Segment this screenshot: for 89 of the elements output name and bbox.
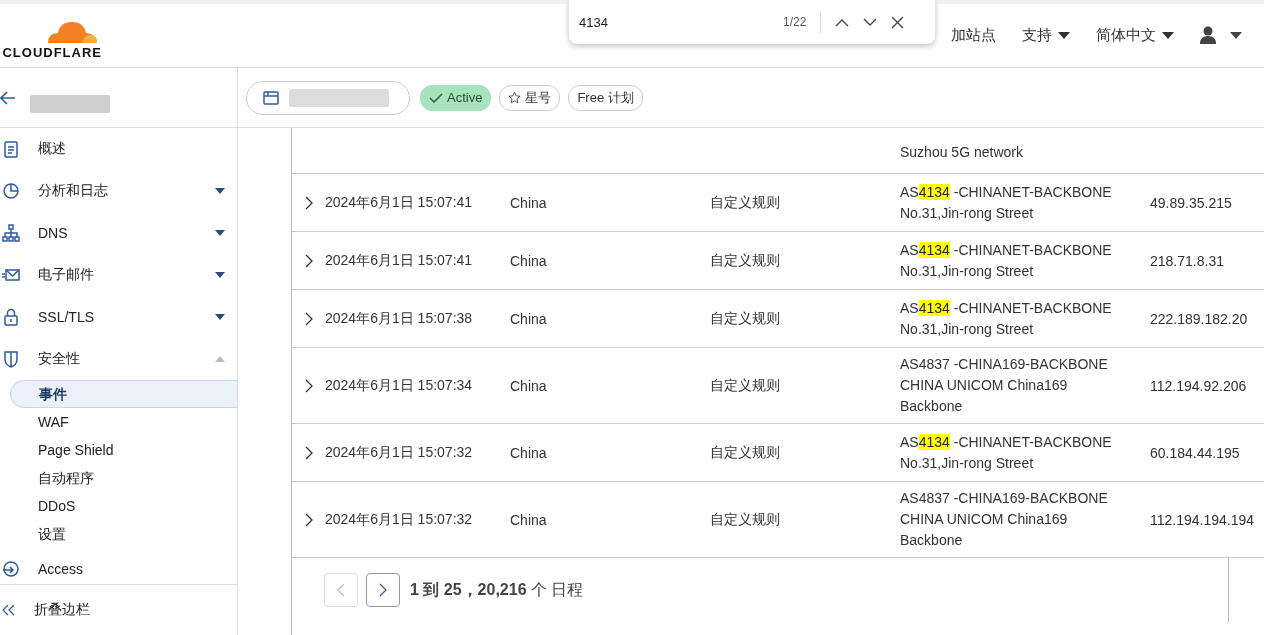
- date-cell: 2024年6月1日 15:07:38: [325, 309, 473, 326]
- asn-text: AS4134 -CHINANET-BACKBONE: [900, 298, 1113, 318]
- country-cell: China: [510, 310, 547, 327]
- date-cell: 2024年6月1日 15:07:41: [325, 251, 473, 268]
- expand-row-icon[interactable]: [304, 512, 313, 527]
- sidebar-item[interactable]: Access: [0, 548, 237, 584]
- asn-text: AS4134 -CHINANET-BACKBONE: [900, 182, 1113, 202]
- action-cell: 自定义规则: [710, 376, 780, 393]
- sidebar-subitem[interactable]: DDoS: [10, 492, 237, 520]
- asn-text: Backbone: [900, 397, 964, 416]
- back-arrow-icon[interactable]: [0, 90, 16, 105]
- sidebar-subitem[interactable]: WAF: [10, 408, 237, 436]
- previous-match-icon[interactable]: [835, 17, 850, 27]
- asn-text: CHINA UNICOM China169: [900, 510, 1069, 529]
- sidebar-subitem[interactable]: Page Shield: [10, 436, 237, 464]
- expand-row-icon[interactable]: [304, 378, 313, 393]
- ip-cell: 112.194.92.206: [1150, 377, 1247, 394]
- logo-wordmark[interactable]: CLOUDFLARE: [2, 45, 102, 60]
- double-chevron-left-icon: [2, 604, 16, 616]
- sidebar-item[interactable]: 电子邮件: [0, 254, 237, 296]
- asn-text: AS4837 -CHINA169-BACKBONE: [900, 489, 1109, 508]
- clipboard-icon: [2, 140, 20, 158]
- expand-row-icon[interactable]: [304, 253, 313, 268]
- asn-text: AS4134 -CHINANET-BACKBONE: [900, 432, 1113, 452]
- asn-text: CHINA UNICOM China169: [900, 376, 1069, 395]
- sidebar-subitem[interactable]: 事件: [10, 380, 237, 408]
- asn-text: AS4837 -CHINA169-BACKBONE: [900, 355, 1109, 374]
- action-cell: 自定义规则: [710, 251, 780, 268]
- country-cell: China: [510, 511, 547, 528]
- sidebar-item[interactable]: 概述: [0, 128, 237, 170]
- collapse-sidebar-button[interactable]: 折叠边栏: [0, 584, 237, 635]
- user-menu-icon[interactable]: [1200, 25, 1244, 46]
- expand-row-icon[interactable]: [304, 445, 313, 460]
- action-cell: 自定义规则: [710, 309, 780, 326]
- action-cell: 自定义规则: [710, 510, 780, 527]
- add-site-link[interactable]: 加站点: [951, 26, 996, 45]
- next-match-icon[interactable]: [863, 17, 878, 27]
- plan-badge: Free 计划: [568, 84, 643, 111]
- chevron-right-icon: [379, 583, 387, 597]
- sidebar-item[interactable]: 安全性: [0, 338, 237, 380]
- country-cell: China: [510, 444, 547, 461]
- ip-cell: 218.71.8.31: [1150, 252, 1224, 269]
- asn-text: No.31,Jin-rong Street: [900, 319, 1035, 339]
- pagination-summary: 1 到 25，20,216 个 日程: [410, 579, 584, 600]
- action-cell: 自定义规则: [710, 193, 780, 210]
- mail-icon: [2, 266, 20, 284]
- sidebar-subitem[interactable]: 自动程序: [10, 464, 237, 492]
- chevron-left-icon: [337, 583, 345, 597]
- network-icon: [2, 224, 20, 242]
- ip-cell: 49.89.35.215: [1150, 194, 1232, 211]
- asn-text: No.31,Jin-rong Street: [900, 261, 1035, 281]
- next-page-button[interactable]: [366, 573, 400, 607]
- ip-cell: 60.184.44.195: [1150, 444, 1240, 461]
- sidebar-item[interactable]: 分析和日志: [0, 170, 237, 212]
- asn-text: No.31,Jin-rong Street: [900, 453, 1035, 473]
- sidebar-subitem[interactable]: 设置: [10, 520, 237, 548]
- expand-row-icon[interactable]: [304, 311, 313, 326]
- date-cell: 2024年6月1日 15:07:41: [325, 193, 473, 210]
- asn-text: No.31,Jin-rong Street: [900, 203, 1035, 223]
- country-cell: China: [510, 194, 547, 211]
- asn-text: Backbone: [900, 531, 964, 550]
- star-button[interactable]: 星号: [499, 84, 561, 111]
- date-cell: 2024年6月1日 15:07:32: [325, 443, 473, 460]
- expand-row-icon[interactable]: [304, 195, 313, 210]
- date-cell: 2024年6月1日 15:07:34: [325, 376, 473, 393]
- nav-menu[interactable]: 支持: [1022, 26, 1070, 45]
- date-cell: 2024年6月1日 15:07:32: [325, 510, 473, 527]
- caret-down-icon: [1162, 31, 1174, 40]
- country-cell: China: [510, 252, 547, 269]
- shield-icon: [2, 350, 20, 368]
- caret-down-icon: [1058, 31, 1070, 40]
- lock-icon: [2, 308, 20, 326]
- browser-window-icon: [263, 89, 279, 106]
- asn-text: Suzhou 5G network: [900, 143, 1024, 162]
- star-icon: [508, 91, 522, 104]
- match-count: 1/22: [783, 15, 807, 29]
- ip-cell: 222.189.182.20: [1150, 310, 1248, 327]
- sidebar-item[interactable]: SSL/TLS: [0, 296, 237, 338]
- status-badge: Active: [420, 84, 492, 111]
- nav-menu[interactable]: 简体中文: [1096, 26, 1174, 45]
- ip-cell: 112.194.194.194: [1150, 511, 1255, 528]
- close-icon[interactable]: [891, 15, 905, 29]
- find-input[interactable]: 4134: [577, 13, 761, 31]
- sign-in-icon: [2, 560, 20, 578]
- pie-chart-icon: [2, 182, 20, 200]
- country-cell: China: [510, 377, 547, 394]
- sidebar-item[interactable]: DNS: [0, 212, 237, 254]
- asn-text: AS4134 -CHINANET-BACKBONE: [900, 240, 1113, 260]
- action-cell: 自定义规则: [710, 443, 780, 460]
